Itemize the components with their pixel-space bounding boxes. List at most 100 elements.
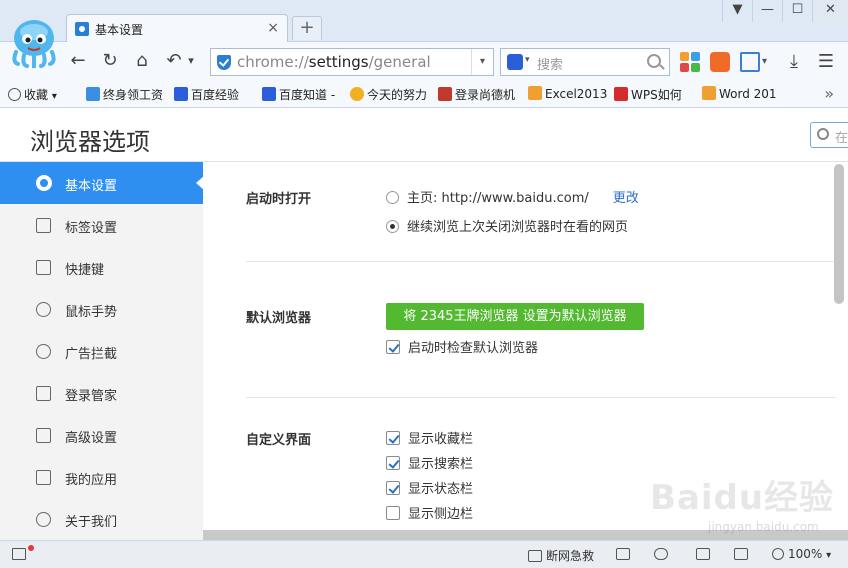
sidebar-item-basic-settings[interactable]: 基本设置 — [0, 162, 204, 204]
skin-button[interactable]: ▼ — [722, 0, 752, 22]
show-sidebar-option[interactable]: 显示侧边栏 — [386, 503, 473, 523]
maximize-button[interactable]: ☐ — [782, 0, 812, 22]
bookmark-item[interactable]: WPS如何 — [614, 86, 682, 102]
sidebar-item-about-us[interactable]: 关于我们 — [0, 498, 203, 540]
notification-dot — [28, 545, 34, 551]
show-search-bar-option[interactable]: 显示搜索栏 — [386, 453, 473, 473]
sidebar-item-advanced-settings[interactable]: 高级设置 — [0, 414, 203, 456]
search-icon — [817, 128, 829, 140]
menu-icon[interactable]: ☰ — [816, 52, 836, 72]
startup-homepage-option[interactable]: 主页: http://www.baidu.com/更改 — [386, 187, 639, 207]
collect-dropdown-icon[interactable]: ▾ — [52, 91, 57, 102]
volume-icon[interactable] — [696, 547, 714, 561]
address-bar[interactable]: chrome://settings/general ▾ — [210, 48, 494, 76]
undo-dropdown-icon[interactable]: ▾ — [184, 50, 198, 72]
bookmark-collect[interactable]: 收藏 ▾ — [8, 86, 57, 102]
address-dropdown-icon[interactable]: ▾ — [471, 49, 493, 75]
network-repair-button[interactable]: 断网急救 — [528, 547, 594, 564]
clean-icon[interactable] — [616, 547, 634, 561]
search-input[interactable]: 搜索 — [537, 54, 563, 73]
search-box[interactable]: ▾ 搜索 — [500, 48, 670, 76]
zoom-control[interactable]: 100% ▾ — [772, 547, 831, 561]
settings-icon — [75, 22, 89, 36]
apps-grid-icon[interactable] — [680, 52, 700, 72]
watermark-url: jingyan.baidu.com — [708, 520, 819, 534]
window-icon[interactable] — [734, 547, 752, 561]
keyboard-icon — [36, 260, 51, 275]
browser-logo-icon[interactable] — [8, 18, 60, 68]
set-default-browser-button[interactable]: 将 2345王牌浏览器 设置为默认浏览器 — [386, 303, 644, 330]
bookmark-icon — [438, 87, 452, 101]
bookmark-item[interactable]: 百度经验 — [174, 86, 239, 102]
show-sidebar-checkbox[interactable] — [386, 506, 400, 520]
download-icon[interactable]: ⤓ — [784, 52, 804, 72]
section-title-startup: 启动时打开 — [246, 192, 312, 207]
bookmark-icon — [702, 86, 716, 100]
zoom-icon — [772, 548, 784, 560]
screen-capture-dropdown-icon[interactable]: ▾ — [762, 52, 772, 72]
baidu-paw-icon — [174, 87, 188, 101]
check-default-on-start-option[interactable]: 启动时检查默认浏览器 — [386, 337, 538, 357]
continue-session-radio[interactable] — [386, 220, 399, 233]
speed-icon[interactable] — [654, 547, 672, 561]
sidebar-item-my-apps[interactable]: 我的应用 — [0, 456, 203, 498]
check-default-checkbox[interactable] — [386, 340, 400, 354]
show-search-bar-checkbox[interactable] — [386, 456, 400, 470]
baidu-jingyan-watermark: Baidu经验 — [650, 478, 835, 518]
startup-continue-option[interactable]: 继续浏览上次关闭浏览器时在看的网页 — [386, 216, 628, 236]
tabs-icon — [36, 218, 51, 233]
bookmark-item[interactable]: 今天的努力 — [350, 86, 427, 102]
undo-close-button[interactable]: ↶ — [162, 50, 186, 72]
first-aid-icon — [528, 550, 542, 562]
tab-title: 基本设置 — [95, 23, 144, 37]
title-bar: 基本设置 × + ▼ — ☐ ✕ — [0, 0, 848, 43]
sidebar-item-ad-block[interactable]: 广告拦截 — [0, 330, 203, 372]
baidu-paw-icon[interactable] — [507, 54, 523, 70]
tab-basic-settings[interactable]: 基本设置 × — [66, 14, 288, 43]
apps-icon — [36, 470, 51, 485]
show-status-bar-option[interactable]: 显示状态栏 — [386, 478, 473, 498]
settings-header: 浏览器选项 在 — [0, 108, 848, 162]
sidebar-item-login-manager[interactable]: 登录管家 — [0, 372, 203, 414]
show-bookmarks-bar-option[interactable]: 显示收藏栏 — [386, 428, 473, 448]
screen-capture-icon[interactable] — [740, 52, 760, 72]
settings-sidebar: 基本设置 标签设置 快捷键 鼠标手势 广告拦截 登录管家 高级设置 我的应用 关… — [0, 162, 204, 540]
wrench-icon — [36, 428, 51, 443]
settings-search-input[interactable]: 在 — [810, 122, 848, 148]
show-status-bar-checkbox[interactable] — [386, 481, 400, 495]
close-window-button[interactable]: ✕ — [812, 0, 848, 22]
section-title-custom-ui: 自定义界面 — [246, 433, 312, 448]
bookmarks-more-icon[interactable]: » — [824, 84, 834, 103]
new-tab-button[interactable]: + — [292, 16, 322, 40]
search-engine-dropdown-icon[interactable]: ▾ — [525, 55, 530, 65]
refresh-button[interactable]: ↻ — [98, 50, 122, 72]
bookmark-item[interactable]: 百度知道 - — [262, 86, 335, 102]
mouse-icon — [36, 302, 51, 317]
divider — [246, 261, 836, 262]
status-bar: 断网急救 100% ▾ — [0, 540, 848, 568]
zoom-dropdown-icon[interactable]: ▾ — [826, 550, 831, 561]
home-button[interactable]: ⌂ — [130, 50, 154, 72]
bookmark-item[interactable]: Word 201 — [702, 86, 777, 102]
address-url[interactable]: chrome://settings/general — [237, 53, 431, 71]
sidebar-item-tab-settings[interactable]: 标签设置 — [0, 204, 203, 246]
bookmark-item[interactable]: 终身领工资 — [86, 86, 163, 102]
bookmark-icon — [528, 86, 542, 100]
search-icon[interactable] — [647, 54, 661, 68]
sidebar-item-mouse-gestures[interactable]: 鼠标手势 — [0, 288, 203, 330]
bookmark-item[interactable]: 登录尚德机 — [438, 86, 515, 102]
bookmark-item[interactable]: Excel2013 — [528, 86, 607, 102]
sidebar-item-shortcuts[interactable]: 快捷键 — [0, 246, 203, 288]
change-homepage-link[interactable]: 更改 — [613, 191, 639, 206]
baidu-paw-icon — [262, 87, 276, 101]
section-title-default-browser: 默认浏览器 — [246, 311, 312, 326]
homepage-radio[interactable] — [386, 191, 399, 204]
page-title: 浏览器选项 — [30, 128, 150, 156]
vertical-scrollbar[interactable] — [834, 164, 844, 304]
minimize-button[interactable]: — — [752, 0, 782, 22]
show-bookmarks-bar-checkbox[interactable] — [386, 431, 400, 445]
game-icon[interactable] — [710, 52, 730, 72]
info-icon — [36, 512, 51, 527]
back-button[interactable]: ← — [66, 50, 90, 72]
close-tab-icon[interactable]: × — [267, 20, 279, 36]
